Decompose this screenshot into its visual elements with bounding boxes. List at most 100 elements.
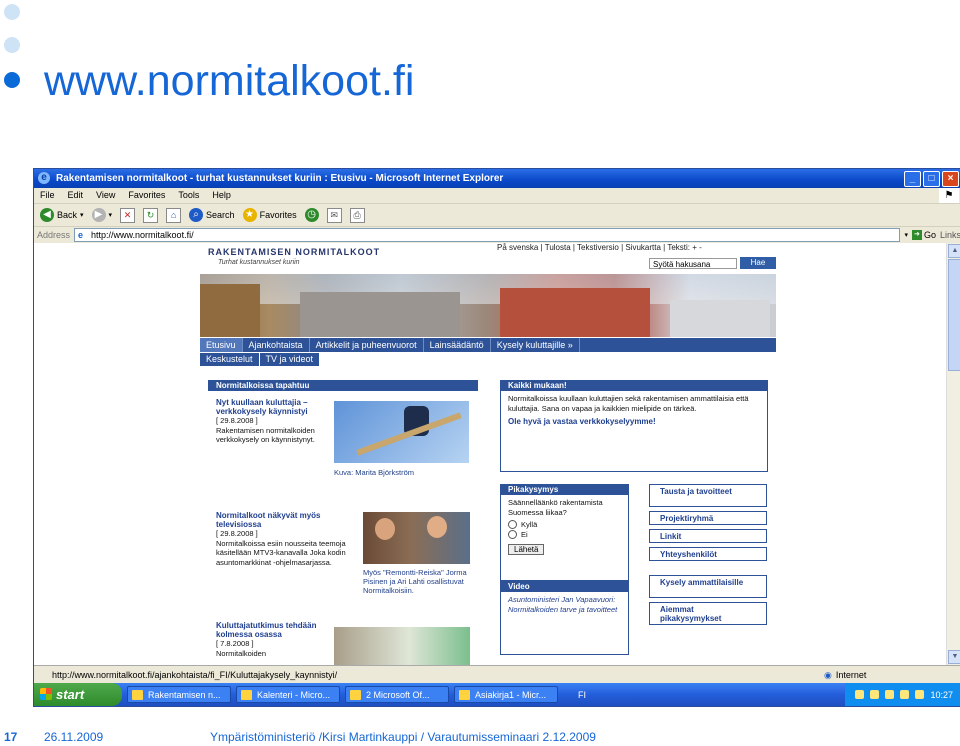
site-sub-nav: Keskustelut TV ja videot xyxy=(200,353,320,366)
menu-help[interactable]: Help xyxy=(212,188,231,203)
news-column: Normitalkoissa tapahtuu Nyt kuullaan kul… xyxy=(208,380,478,665)
news-title[interactable]: Normitalkoot näkyvät myös televisiossa xyxy=(216,511,351,529)
vertical-scrollbar[interactable]: ▲ ▼ xyxy=(946,243,960,665)
favorites-button[interactable]: ★ Favorites xyxy=(242,208,297,222)
start-button[interactable]: start xyxy=(34,683,122,706)
dropdown-icon: ▾ xyxy=(108,212,113,219)
side-link[interactable]: Projektiryhmä xyxy=(649,511,767,525)
bullet-empty xyxy=(4,37,20,53)
menu-bar: File Edit View Favorites Tools Help ⚑ xyxy=(34,188,960,204)
address-dropdown-icon[interactable]: ▾ xyxy=(904,231,908,239)
site-search-button[interactable]: Hae xyxy=(740,257,776,269)
search-button[interactable]: ⌕ Search xyxy=(189,208,235,222)
web-content: RAKENTAMISEN NORMITALKOOT Turhat kustann… xyxy=(34,243,947,665)
news-title[interactable]: Nyt kuullaan kuluttajia – verkkokysely k… xyxy=(216,398,324,416)
maximize-button[interactable]: □ xyxy=(923,171,940,187)
side-link[interactable]: Tausta ja tavoitteet xyxy=(649,484,767,507)
banner-image xyxy=(200,274,776,337)
site-logo[interactable]: RAKENTAMISEN NORMITALKOOT xyxy=(208,247,380,257)
video-header: Video xyxy=(500,581,629,592)
news-text: Normitalkoiden xyxy=(216,648,267,658)
print-icon[interactable]: ⎙ xyxy=(349,207,365,223)
poll-submit-button[interactable]: Lähetä xyxy=(508,544,545,555)
windows-logo-icon: ⚑ xyxy=(939,188,959,203)
menu-edit[interactable]: Edit xyxy=(68,188,84,203)
news-date: [ 29.8.2008 ] xyxy=(216,416,258,425)
news-text: Rakentamisen normitalkoiden verkkokysely… xyxy=(216,425,315,445)
nav-artikkelit[interactable]: Artikkelit ja puheenvuorot xyxy=(310,338,424,352)
history-icon[interactable]: ◷ xyxy=(304,208,319,222)
tray-icon[interactable] xyxy=(855,690,865,699)
side-link[interactable]: Kysely ammattilaisille xyxy=(649,575,767,598)
side-link[interactable]: Linkit xyxy=(649,529,767,543)
right-text: Normitalkoissa kuullaan kuluttajien sekä… xyxy=(508,394,749,413)
menu-view[interactable]: View xyxy=(96,188,115,203)
site-search-input[interactable]: Syötä hakusana xyxy=(649,258,737,269)
language-indicator[interactable]: FI xyxy=(578,690,586,700)
taskbar-item[interactable]: Kalenteri - Micro... xyxy=(236,686,340,703)
address-bar: Address http://www.normitalkoot.fi/ ▾ ➜G… xyxy=(34,227,960,244)
news-text: Normitalkoissa esiin nousseita teemoja k… xyxy=(216,538,346,567)
dropdown-icon: ▾ xyxy=(80,212,84,219)
nav-keskustelut[interactable]: Keskustelut xyxy=(200,353,259,366)
go-arrow-icon: ➜ xyxy=(911,230,922,240)
mail-icon[interactable]: ✉ xyxy=(326,207,342,223)
go-button[interactable]: ➜ Go xyxy=(911,230,936,240)
tray-icon[interactable] xyxy=(870,690,880,699)
tray-icon[interactable] xyxy=(900,690,910,699)
browser-toolbar: ◀ Back ▾ ▶ ▾ ✕ ↻ ⌂ ⌕ Search ★ Favorites ◷ ✉ ⎙ xyxy=(34,204,960,227)
survey-link[interactable]: Ole hyvä ja vastaa verkkokyselyymme! xyxy=(508,417,760,426)
news-photo-worker xyxy=(334,401,469,463)
nav-kysely[interactable]: Kysely kuluttajille » xyxy=(491,338,580,352)
stop-icon[interactable]: ✕ xyxy=(120,207,136,223)
bullet xyxy=(4,72,20,88)
tray-icon[interactable] xyxy=(915,690,925,699)
nav-tv-videot[interactable]: TV ja videot xyxy=(259,353,320,366)
news-title[interactable]: Kuluttajatutkimus tehdään kolmessa osass… xyxy=(216,621,324,639)
right-header: Kaikki mukaan! xyxy=(500,380,768,391)
news-photo-handshake xyxy=(334,627,470,665)
site-top-links[interactable]: På svenska | Tulosta | Tekstiversio | Si… xyxy=(497,243,702,252)
links-button[interactable]: Links xyxy=(940,230,960,240)
minimize-button[interactable]: _ xyxy=(904,171,921,187)
nav-ajankohtaista[interactable]: Ajankohtaista xyxy=(243,338,310,352)
refresh-icon[interactable]: ↻ xyxy=(143,207,159,223)
menu-favorites[interactable]: Favorites xyxy=(128,188,165,203)
ie-icon: e xyxy=(38,172,50,184)
scroll-up-icon[interactable]: ▲ xyxy=(948,244,960,258)
poll-option-yes[interactable]: Kyllä xyxy=(508,520,621,530)
radio-icon xyxy=(508,520,517,530)
footer-date: 26.11.2009 xyxy=(44,730,104,744)
video-link[interactable]: Asuntoministeri Jan Vapaavuori: Normital… xyxy=(508,595,621,614)
taskbar-item[interactable]: 2 Microsoft Of... xyxy=(345,686,449,703)
taskbar-item[interactable]: Rakentamisen n... xyxy=(127,686,231,703)
address-input[interactable]: http://www.normitalkoot.fi/ xyxy=(74,228,901,242)
status-url: http://www.normitalkoot.fi/ajankohtaista… xyxy=(52,670,338,680)
back-button[interactable]: ◀ Back ▾ xyxy=(40,208,84,222)
side-link[interactable]: Yhteyshenkilöt xyxy=(649,547,767,561)
tray-icon[interactable] xyxy=(885,690,895,699)
back-arrow-icon: ◀ xyxy=(40,208,54,222)
side-link[interactable]: Aiemmat pikakysymykset xyxy=(649,602,767,625)
site-page: RAKENTAMISEN NORMITALKOOT Turhat kustann… xyxy=(200,243,776,665)
site-tagline: Turhat kustannukset kuriin xyxy=(218,259,300,266)
scroll-thumb[interactable] xyxy=(948,259,960,371)
menu-file[interactable]: File xyxy=(40,188,55,203)
close-button[interactable]: × xyxy=(942,171,959,187)
search-icon: ⌕ xyxy=(189,208,204,222)
site-main-nav: Etusivu Ajankohtaista Artikkelit ja puhe… xyxy=(200,338,776,352)
nav-lainsaadanto[interactable]: Lainsäädäntö xyxy=(424,338,491,352)
page-number: 17 xyxy=(4,730,18,744)
news-date: [ 7.8.2008 ] xyxy=(216,639,254,648)
nav-etusivu[interactable]: Etusivu xyxy=(200,338,243,352)
poll-header: Pikakysymys xyxy=(500,484,629,495)
poll-option-no[interactable]: Ei xyxy=(508,530,621,540)
globe-icon: ◉ xyxy=(824,670,832,680)
slide-footer: 17 26.11.2009 Ympäristöministeriö /Kirsi… xyxy=(0,727,960,746)
taskbar-item[interactable]: Asiakirja1 - Micr... xyxy=(454,686,558,703)
menu-tools[interactable]: Tools xyxy=(178,188,199,203)
scroll-down-icon[interactable]: ▼ xyxy=(948,650,960,664)
home-icon[interactable]: ⌂ xyxy=(166,207,182,223)
forward-button[interactable]: ▶ ▾ xyxy=(91,208,113,222)
bullet-empty xyxy=(4,4,20,20)
